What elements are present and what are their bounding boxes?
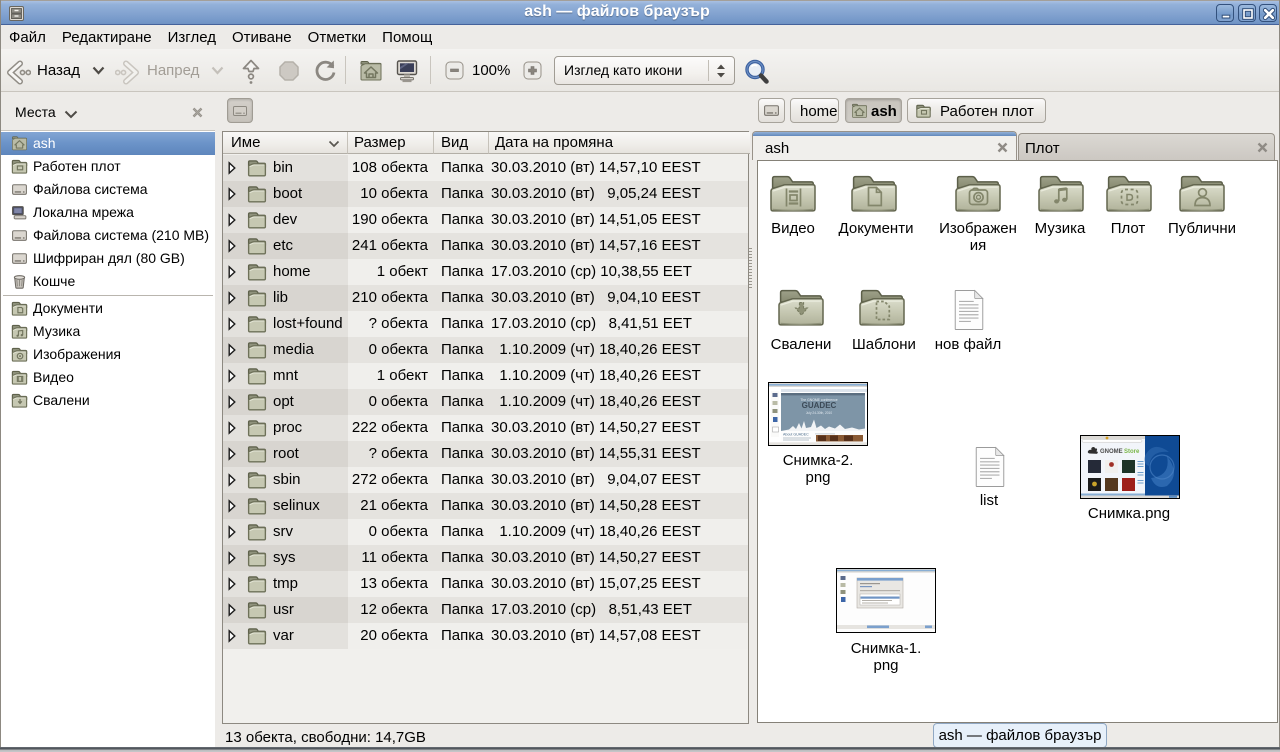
svg-text:The GNOME conference: The GNOME conference	[800, 398, 837, 402]
svg-text:GUADEC: GUADEC	[802, 401, 837, 410]
svg-text:Store: Store	[1124, 449, 1140, 455]
svg-text:About GUADEC: About GUADEC	[783, 433, 809, 437]
svg-text:GNOME: GNOME	[1100, 449, 1123, 455]
svg-text:July 24-30th, 2010: July 24-30th, 2010	[806, 411, 832, 415]
